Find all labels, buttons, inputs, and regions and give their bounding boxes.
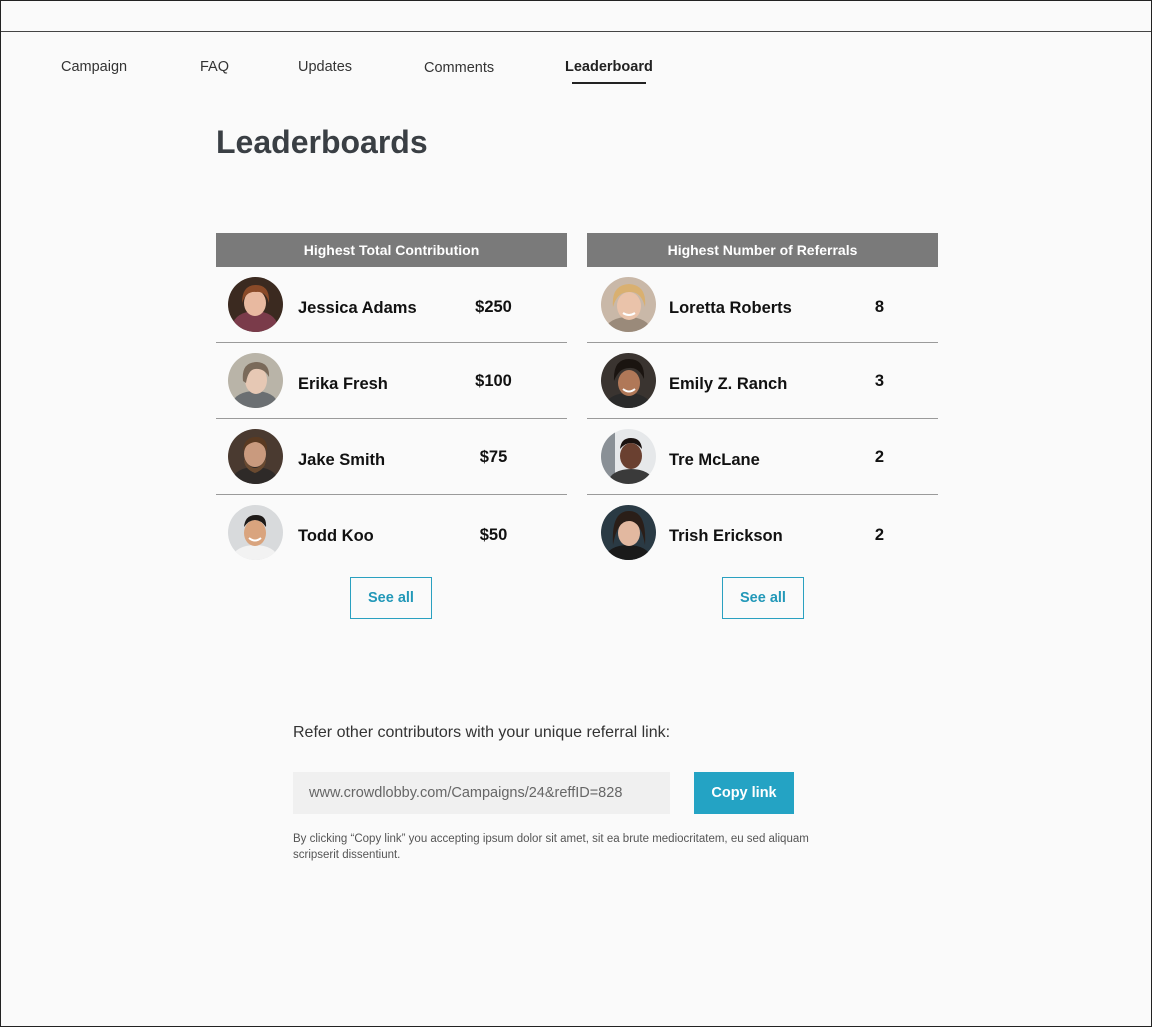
referral-count: 3 — [874, 372, 885, 390]
referrer-name: Trish Erickson — [669, 527, 783, 545]
avatar — [228, 277, 283, 332]
leaderboard-row: Jessica Adams $250 — [216, 267, 567, 343]
contribution-amount: $250 — [475, 298, 512, 316]
tab-faq[interactable]: FAQ — [200, 59, 229, 75]
copy-link-disclaimer: By clicking “Copy link” you accepting ip… — [293, 833, 809, 861]
page-title: Leaderboards — [216, 124, 428, 160]
see-all-contributions-button[interactable]: See all — [350, 577, 432, 619]
avatar — [228, 505, 283, 560]
leaderboard-row: Jake Smith $75 — [216, 419, 567, 495]
see-all-referrals-button[interactable]: See all — [722, 577, 804, 619]
page-frame: Campaign FAQ Updates Comments Leaderboar… — [0, 0, 1152, 1027]
contribution-leaderboard: Highest Total Contribution Jessica Adams… — [216, 233, 567, 571]
referral-leaderboard: Highest Number of Referrals Loretta Robe… — [587, 233, 938, 571]
leaderboard-row: Todd Koo $50 — [216, 495, 567, 571]
avatar — [228, 353, 283, 408]
contribution-board-header: Highest Total Contribution — [216, 233, 567, 267]
referral-link-field[interactable] — [293, 772, 670, 814]
active-tab-indicator — [572, 82, 646, 84]
avatar — [601, 277, 656, 332]
tab-campaign[interactable]: Campaign — [61, 59, 127, 75]
avatar — [601, 353, 656, 408]
tab-nav: Campaign FAQ Updates Comments Leaderboar… — [1, 1, 1151, 101]
leaderboard-row: Trish Erickson 2 — [587, 495, 938, 571]
contribution-amount: $75 — [479, 448, 508, 466]
avatar — [601, 429, 656, 484]
contributor-name: Jake Smith — [298, 451, 386, 469]
tab-comments[interactable]: Comments — [424, 60, 494, 76]
leaderboard-row: Erika Fresh $100 — [216, 343, 567, 419]
referrer-name: Tre McLane — [669, 451, 760, 469]
copy-link-button[interactable]: Copy link — [694, 772, 794, 814]
avatar — [601, 505, 656, 560]
leaderboard-row: Emily Z. Ranch 3 — [587, 343, 938, 419]
referrer-name: Emily Z. Ranch — [669, 375, 788, 393]
referral-prompt: Refer other contributors with your uniqu… — [293, 724, 671, 741]
tab-updates[interactable]: Updates — [298, 59, 352, 75]
referral-count: 2 — [874, 526, 885, 544]
referral-count: 2 — [874, 448, 885, 466]
contribution-amount: $100 — [475, 372, 512, 390]
referral-count: 8 — [874, 298, 885, 316]
leaderboard-row: Tre McLane 2 — [587, 419, 938, 495]
leaderboard-row: Loretta Roberts 8 — [587, 267, 938, 343]
referrer-name: Loretta Roberts — [669, 299, 792, 317]
contribution-amount: $50 — [479, 526, 508, 544]
contributor-name: Jessica Adams — [298, 299, 417, 317]
contributor-name: Erika Fresh — [298, 375, 388, 393]
tab-leaderboard[interactable]: Leaderboard — [565, 59, 653, 75]
avatar — [228, 429, 283, 484]
contributor-name: Todd Koo — [298, 527, 374, 545]
referral-board-header: Highest Number of Referrals — [587, 233, 938, 267]
